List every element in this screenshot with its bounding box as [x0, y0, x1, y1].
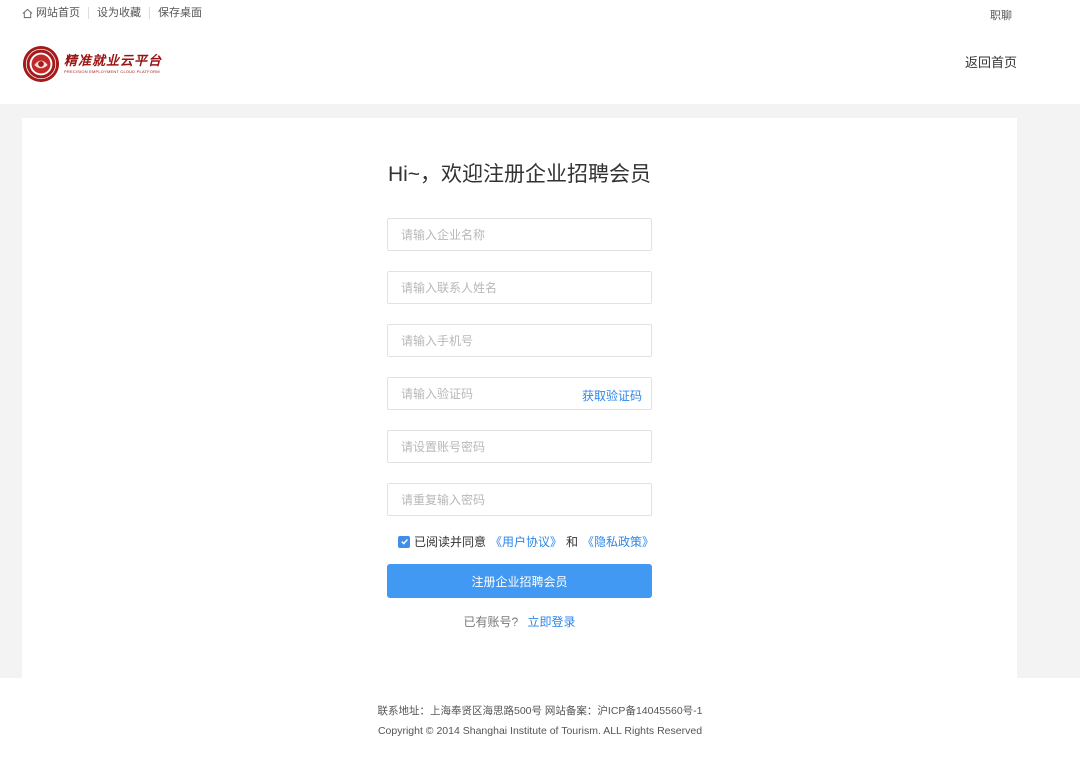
- contact-name-field[interactable]: [387, 271, 652, 304]
- privacy-policy-link[interactable]: 《隐私政策》: [582, 533, 654, 550]
- get-code-button[interactable]: 获取验证码: [582, 387, 642, 404]
- agree-prefix: 已阅读并同意: [414, 535, 487, 549]
- top-link-desktop-label: 保存桌面: [158, 7, 202, 19]
- footer-address: 联系地址：上海奉贤区海思路500号 网站备案：沪ICP备14045560号-1: [377, 705, 703, 717]
- register-button[interactable]: 注册企业招聘会员: [387, 564, 652, 598]
- back-home-link[interactable]: 返回首页: [965, 52, 1017, 71]
- company-name-input[interactable]: [388, 219, 651, 250]
- top-link-home-label: 网站首页: [36, 7, 80, 19]
- top-link-favorite-label: 设为收藏: [97, 7, 141, 19]
- agree-checkbox[interactable]: [398, 535, 410, 548]
- logo-text: 精准就业云平台 PRECISION EMPLOYMENT CLOUD PLATF…: [64, 54, 162, 75]
- header: 精准就业云平台 PRECISION EMPLOYMENT CLOUD PLATF…: [0, 28, 1080, 104]
- home-icon: [22, 8, 33, 18]
- top-links: 网站首页 设为收藏 保存桌面: [22, 7, 210, 19]
- top-bar: 网站首页 设为收藏 保存桌面 职聊: [0, 0, 1080, 28]
- footer: 联系地址：上海奉贤区海思路500号 网站备案：沪ICP备14045560号-1 …: [0, 678, 1080, 763]
- agree-and: 和: [566, 535, 579, 549]
- phone-input[interactable]: [388, 325, 651, 356]
- agreement-row: 已阅读并同意 《用户协议》 和 《隐私政策》: [398, 533, 658, 550]
- logo-title: 精准就业云平台: [64, 53, 163, 69]
- phone-field[interactable]: [387, 324, 652, 357]
- logo-subtitle: PRECISION EMPLOYMENT CLOUD PLATFORM: [64, 68, 160, 74]
- company-name-field[interactable]: [387, 218, 652, 251]
- footer-copyright: Copyright © 2014 Shanghai Institute of T…: [377, 725, 703, 737]
- logo-seal-icon: [22, 45, 60, 83]
- password-input[interactable]: [388, 431, 651, 462]
- contact-name-input[interactable]: [388, 272, 651, 303]
- password-confirm-field[interactable]: [387, 483, 652, 516]
- password-field[interactable]: [387, 430, 652, 463]
- code-input[interactable]: [388, 378, 568, 409]
- login-link[interactable]: 立即登录: [528, 615, 576, 629]
- logo[interactable]: 精准就业云平台 PRECISION EMPLOYMENT CLOUD PLATF…: [22, 45, 162, 83]
- top-link-home[interactable]: 网站首页: [22, 7, 89, 19]
- has-account-text: 已有账号?: [463, 615, 519, 629]
- register-panel: Hi~，欢迎注册企业招聘会员 获取验证码 已阅读并同意 《用户协议》 和 《隐私…: [22, 118, 1017, 678]
- check-icon: [400, 539, 408, 545]
- login-prompt: 已有账号? 立即登录: [22, 613, 1017, 630]
- top-link-favorite[interactable]: 设为收藏: [89, 7, 150, 19]
- password-confirm-input[interactable]: [388, 484, 651, 515]
- user-agreement-link[interactable]: 《用户协议》: [490, 533, 562, 550]
- top-link-desktop[interactable]: 保存桌面: [150, 7, 210, 19]
- top-link-chat[interactable]: 职聊: [990, 7, 1012, 23]
- page-title: Hi~，欢迎注册企业招聘会员: [387, 163, 652, 186]
- code-field[interactable]: 获取验证码: [387, 377, 652, 410]
